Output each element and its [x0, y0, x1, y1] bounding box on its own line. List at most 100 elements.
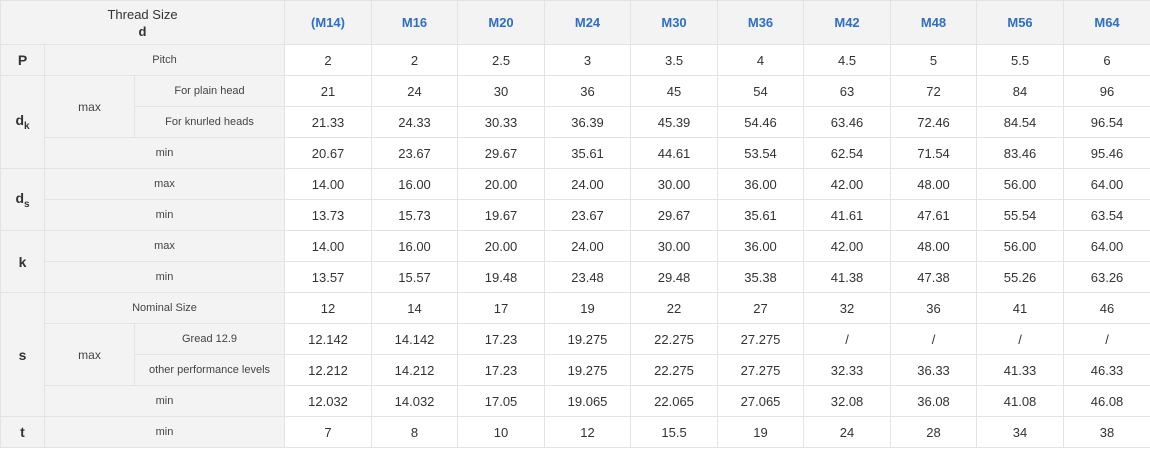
symbol-p: P [0, 44, 45, 76]
table-cell: 36 [544, 75, 632, 107]
table-cell: 20.00 [457, 230, 546, 262]
table-cell: 15.57 [371, 261, 459, 293]
table-cell: 12 [544, 416, 632, 448]
table-cell: 22 [630, 292, 719, 324]
col-header: M36 [717, 0, 805, 45]
table-cell: 29.67 [457, 137, 546, 169]
table-cell: 63 [803, 75, 892, 107]
table-cell: 41.33 [976, 354, 1065, 386]
table-row-t-min: t min 7 8 10 12 15.5 19 24 28 34 38 [0, 416, 1150, 448]
table-cell: 34 [976, 416, 1065, 448]
table-cell: 15.73 [371, 199, 459, 231]
table-cell: 14.00 [284, 230, 373, 262]
table-cell: 28 [890, 416, 978, 448]
label-gread-12-9: Gread 12.9 [133, 323, 286, 355]
label-t-min: min [43, 416, 286, 448]
table-cell: 20.67 [284, 137, 373, 169]
table-cell: 32.33 [803, 354, 892, 386]
table-cell: 12.032 [284, 385, 373, 417]
table-cell: 96 [1063, 75, 1150, 107]
label-s-max: max [44, 323, 135, 386]
table-cell: 4 [717, 44, 805, 76]
symbol-k: k [0, 230, 45, 293]
table-cell: 14 [371, 292, 459, 324]
col-header: M48 [890, 0, 978, 45]
table-cell: 14.212 [371, 354, 459, 386]
table-cell: 71.54 [890, 137, 978, 169]
table-cell: 48.00 [890, 168, 978, 200]
header-row: Thread Size d (M14) M16 M20 M24 M30 M36 … [0, 0, 1150, 45]
table-row-dk-max-plain: dk max For plain head 21 24 30 36 45 54 63 72 84… [0, 75, 1150, 169]
col-header: M56 [976, 0, 1065, 45]
table-cell: 5.5 [976, 44, 1065, 76]
table-cell: 83.46 [976, 137, 1065, 169]
table-cell: 72 [890, 75, 978, 107]
table-cell: 35.38 [717, 261, 805, 293]
symbol-ds-sub: s [24, 198, 30, 210]
table-cell: 54 [717, 75, 805, 107]
table-cell: 29.67 [630, 199, 719, 231]
symbol-t: t [0, 416, 45, 448]
table-cell: 19.065 [544, 385, 632, 417]
table-cell: 20.00 [457, 168, 546, 200]
table-cell: 7 [284, 416, 373, 448]
label-dk-max: max [44, 75, 135, 138]
table-cell: 13.73 [284, 199, 373, 231]
table-cell: 16.00 [371, 230, 459, 262]
label-nominal-size: Nominal Size [43, 292, 286, 324]
table-cell: 46.08 [1063, 385, 1150, 417]
table-cell: 22.065 [630, 385, 719, 417]
symbol-ds: ds [0, 168, 45, 231]
table-cell: 46 [1063, 292, 1150, 324]
table-cell: 5 [890, 44, 978, 76]
symbol-s: s [0, 292, 45, 417]
col-header: M30 [630, 0, 719, 45]
table-cell: 10 [457, 416, 546, 448]
table-cell: 27.275 [717, 323, 805, 355]
table-row-k-max: k max 14.00 16.00 20.00 24.00 30.00 36.00 42.0… [0, 230, 1150, 293]
table-cell: 14.142 [371, 323, 459, 355]
thread-size-title: Thread Size [107, 6, 178, 22]
table-cell: 46.33 [1063, 354, 1150, 386]
table-cell: 32.08 [803, 385, 892, 417]
table-cell: 32 [803, 292, 892, 324]
table-cell: 41.61 [803, 199, 892, 231]
col-header: M20 [457, 0, 546, 45]
table-cell: 19 [717, 416, 805, 448]
symbol-ds-main: d [15, 189, 24, 206]
table-row-s-max-other: other performance levels 12.212 14.212 17.… [1, 354, 1150, 386]
thread-size-sub: d [138, 23, 147, 39]
table-cell: 30 [457, 75, 546, 107]
table-row-s-nominal: s Nominal Size 12 14 17 19 22 27 32 36 41 46 [0, 292, 1150, 417]
table-cell: 29.48 [630, 261, 719, 293]
table-row-ds-min: min 13.73 15.73 19.67 23.67 29.67 35.61 41.61 4… [1, 199, 1150, 231]
table-cell: 45 [630, 75, 719, 107]
table-row-ds-max: ds max 14.00 16.00 20.00 24.00 30.00 36.00 42.… [0, 168, 1150, 231]
table-cell: 17 [457, 292, 546, 324]
label-ds-max: max [43, 168, 286, 200]
symbol-dk: dk [0, 75, 45, 169]
table-cell: 27 [717, 292, 805, 324]
table-cell: 4.5 [803, 44, 892, 76]
table-cell: 56.00 [976, 230, 1065, 262]
table-cell: 45.39 [630, 106, 719, 138]
table-cell: 19.275 [544, 354, 632, 386]
table-cell: 63.46 [803, 106, 892, 138]
table-cell: / [1063, 323, 1150, 355]
table-cell: 41.08 [976, 385, 1065, 417]
col-header: (M14) [284, 0, 373, 45]
col-header: M42 [803, 0, 892, 45]
table-cell: 13.57 [284, 261, 373, 293]
table-cell: 24 [371, 75, 459, 107]
table-cell: 27.275 [717, 354, 805, 386]
table-row-dk-max-knurled: For knurled heads 21.33 24.33 30.33 36.39 45… [1, 106, 1150, 138]
table-cell: 3.5 [630, 44, 719, 76]
table-cell: 6 [1063, 44, 1150, 76]
table-cell: 14.00 [284, 168, 373, 200]
table-cell: 42.00 [803, 230, 892, 262]
table-cell: 30.00 [630, 230, 719, 262]
table-cell: 24 [803, 416, 892, 448]
table-cell: 2 [371, 44, 459, 76]
table-cell: 2 [284, 44, 373, 76]
table-cell: 64.00 [1063, 230, 1150, 262]
